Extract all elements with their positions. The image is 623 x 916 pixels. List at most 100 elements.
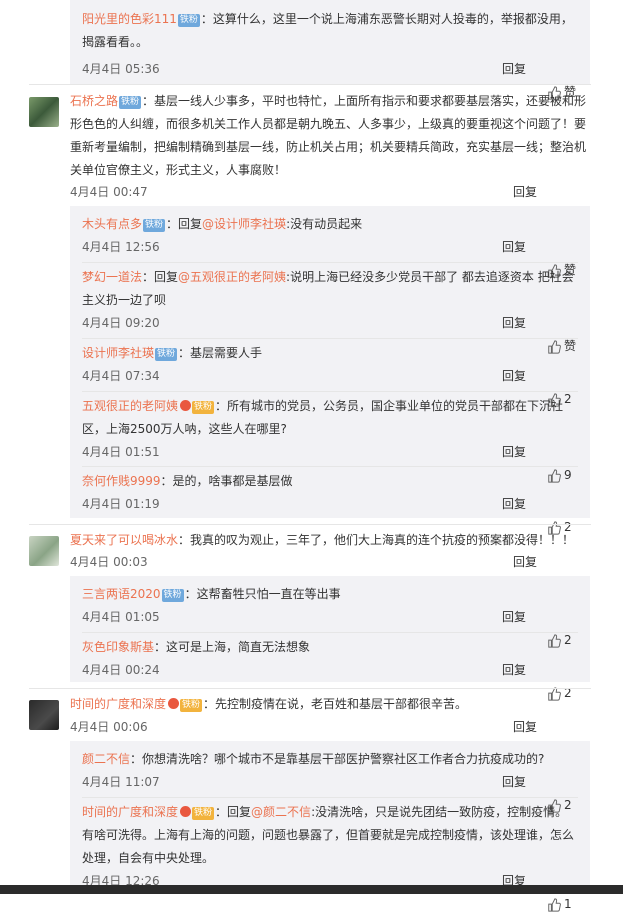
reply-text: ：基层需要人手 xyxy=(178,346,263,360)
reply-meta: 4月4日 11:07 回复 2 xyxy=(82,771,578,813)
reply-button[interactable]: 回复 xyxy=(502,312,526,335)
reply-button[interactable]: 回复 xyxy=(502,58,526,81)
reply-body: 五观很正的老阿姨 铁粉 ：所有城市的党员，公务员，国企事业单位的党员干部都在下沉社区… xyxy=(82,395,578,441)
timestamp: 4月4日 01:51 xyxy=(82,445,160,459)
divider xyxy=(82,466,578,467)
fan-badge: 铁粉 xyxy=(161,589,184,602)
fan-badge: 铁粉 xyxy=(180,699,203,712)
timestamp: 4月4日 00:03 xyxy=(70,555,148,569)
reply-item: 五观很正的老阿姨 铁粉 ：所有城市的党员，公务员，国企事业单位的党员干部都在下沉社区… xyxy=(82,395,578,483)
comment-text: ：我真的叹为观止，三年了，他们大上海真的连个抗疫的预案都没得！！！ xyxy=(178,533,575,547)
user-name-link[interactable]: 时间的广度和深度 xyxy=(82,805,178,819)
timestamp: 4月4日 01:05 xyxy=(82,610,160,624)
reply-text-cont: :没有动员起来 xyxy=(286,217,363,231)
user-name-link[interactable]: 石桥之路 xyxy=(70,94,118,108)
user-name-link[interactable]: 颜二不信 xyxy=(82,752,130,766)
divider xyxy=(29,524,591,525)
fan-badge: 铁粉 xyxy=(119,96,142,109)
timestamp: 4月4日 11:07 xyxy=(82,775,160,789)
reply-button[interactable]: 回复 xyxy=(502,441,526,464)
user-name-link[interactable]: 梦幻一道法 xyxy=(82,270,142,284)
mention-link[interactable]: @五观很正的老阿姨 xyxy=(178,270,286,284)
user-name-link[interactable]: 阳光里的色彩111 xyxy=(82,12,177,26)
reply-button[interactable]: 回复 xyxy=(502,606,526,629)
user-name-link[interactable]: 三言两语2020 xyxy=(82,587,161,601)
fan-badge: 铁粉 xyxy=(192,401,215,414)
timestamp: 4月4日 00:24 xyxy=(82,663,160,677)
timestamp: 4月4日 00:47 xyxy=(70,185,148,199)
reply-text: ：这可是上海，简直无法想象 xyxy=(154,640,311,654)
divider xyxy=(82,262,578,263)
divider xyxy=(82,632,578,633)
fan-badge: 铁粉 xyxy=(177,14,200,27)
timestamp: 4月4日 09:20 xyxy=(82,316,160,330)
fire-badge-icon xyxy=(180,806,192,817)
like-button[interactable]: 1 xyxy=(547,893,572,916)
reply-body: 颜二不信：你想清洗啥？哪个城市不是靠基层干部医护警察社区工作者合力抗疫成功的? xyxy=(82,748,578,771)
reply-text: ：回复 xyxy=(215,805,252,819)
divider xyxy=(29,688,591,689)
reply-button[interactable]: 回复 xyxy=(502,771,526,794)
reply-text: ：你想清洗啥？哪个城市不是靠基层干部医护警察社区工作者合力抗疫成功的? xyxy=(130,752,545,766)
reply-body: 木头有点多 铁粉 ：回复@设计师李社瑛:没有动员起来 xyxy=(82,213,578,236)
mention-link[interactable]: @颜二不信 xyxy=(251,805,311,819)
reply-list: 木头有点多 铁粉 ：回复@设计师李社瑛:没有动员起来 4月4日 12:56 回复 赞… xyxy=(70,206,590,535)
reply-meta: 4月4日 01:05 回复 2 xyxy=(82,606,578,648)
comment-text: ：先控制疫情在说，老百姓和基层干部都很辛苦。 xyxy=(203,697,468,711)
comment-body: 石桥之路 铁粉 ：基层一线人少事多，平时也特忙，上面所有指示和要求都要基层落实，还要… xyxy=(70,90,590,182)
timestamp: 4月4日 01:19 xyxy=(82,497,160,511)
user-name-link[interactable]: 灰色印象斯基 xyxy=(82,640,154,654)
fire-badge-icon xyxy=(180,400,192,411)
user-name-link[interactable]: 夏天来了可以喝冰水 xyxy=(70,533,178,547)
reply-item: 梦幻一道法：回复@五观很正的老阿姨:说明上海已经没多少党员干部了 都去追逐资本 … xyxy=(82,266,578,354)
fire-badge-icon xyxy=(168,698,180,709)
reply-list: 阳光里的色彩111 铁粉 ：这算什么，这里一个说上海浦东恶警长期对人投毒的，举报都没… xyxy=(70,0,590,100)
reply-body: 梦幻一道法：回复@五观很正的老阿姨:说明上海已经没多少党员干部了 都去追逐资本 … xyxy=(82,266,578,312)
reply-text: ：回复 xyxy=(142,270,179,284)
reply-meta: 4月4日 07:34 回复 2 xyxy=(82,365,578,407)
avatar[interactable] xyxy=(29,97,59,127)
user-name-link[interactable]: 时间的广度和深度 xyxy=(70,697,166,711)
reply-meta: 4月4日 00:24 回复 2 xyxy=(82,659,578,701)
avatar[interactable] xyxy=(29,536,59,566)
timestamp: 4月4日 07:34 xyxy=(82,369,160,383)
reply-item: 奈何作贱9999：是的，啥事都是基层做 4月4日 01:19 回复 2 xyxy=(82,470,578,535)
reply-button[interactable]: 回复 xyxy=(513,716,537,739)
reply-item: 灰色印象斯基：这可是上海，简直无法想象 4月4日 00:24 回复 2 xyxy=(82,636,578,701)
user-name-link[interactable]: 奈何作贱9999 xyxy=(82,474,161,488)
divider xyxy=(29,84,591,85)
user-name-link[interactable]: 设计师李社瑛 xyxy=(82,346,154,360)
reply-meta: 4月4日 12:56 回复 赞 xyxy=(82,236,578,278)
reply-button[interactable]: 回复 xyxy=(502,659,526,682)
user-name-link[interactable]: 木头有点多 xyxy=(82,217,142,231)
reply-body: 阳光里的色彩111 铁粉 ：这算什么，这里一个说上海浦东恶警长期对人投毒的，举报都没… xyxy=(82,8,578,54)
reply-list: 颜二不信：你想清洗啥？哪个城市不是靠基层干部医护警察社区工作者合力抗疫成功的? … xyxy=(70,741,590,912)
comment-meta: 4月4日 00:06 回复 23 xyxy=(70,716,590,758)
comment-body: 夏天来了可以喝冰水：我真的叹为观止，三年了，他们大上海真的连个抗疫的预案都没得！… xyxy=(70,529,590,552)
reply-body: 奈何作贱9999：是的，啥事都是基层做 xyxy=(82,470,578,493)
reply-button[interactable]: 回复 xyxy=(513,551,537,574)
comment-text: ：基层一线人少事多，平时也特忙，上面所有指示和要求都要基层落实，还要被和形形色色… xyxy=(70,94,587,177)
timestamp: 4月4日 12:56 xyxy=(82,240,160,254)
timestamp: 4月4日 00:06 xyxy=(70,720,148,734)
mention-link[interactable]: @设计师李社瑛 xyxy=(202,217,286,231)
reply-text: ：这帮畜牲只怕一直在等出事 xyxy=(184,587,341,601)
reply-body: 设计师李社瑛 铁粉 ：基层需要人手 xyxy=(82,342,578,365)
reply-meta: 4月4日 05:36 回复 赞 xyxy=(82,58,578,100)
reply-body: 灰色印象斯基：这可是上海，简直无法想象 xyxy=(82,636,578,659)
avatar[interactable] xyxy=(29,700,59,730)
reply-text: ：回复 xyxy=(166,217,203,231)
divider xyxy=(82,338,578,339)
comment-meta: 4月4日 00:03 回复 46 xyxy=(70,551,590,593)
reply-button[interactable]: 回复 xyxy=(502,236,526,259)
reply-meta: 4月4日 01:19 回复 2 xyxy=(82,493,578,535)
reply-body: 三言两语2020 铁粉 ：这帮畜牲只怕一直在等出事 xyxy=(82,583,578,606)
reply-item: 设计师李社瑛 铁粉 ：基层需要人手 4月4日 07:34 回复 2 xyxy=(82,342,578,407)
reply-item: 阳光里的色彩111 铁粉 ：这算什么，这里一个说上海浦东恶警长期对人投毒的，举报都没… xyxy=(70,0,590,100)
reply-button[interactable]: 回复 xyxy=(502,493,526,516)
reply-item: 木头有点多 铁粉 ：回复@设计师李社瑛:没有动员起来 4月4日 12:56 回复 赞 xyxy=(82,213,578,278)
user-name-link[interactable]: 五观很正的老阿姨 xyxy=(82,399,178,413)
fan-badge: 铁粉 xyxy=(192,807,215,820)
reply-button[interactable]: 回复 xyxy=(502,365,526,388)
reply-button[interactable]: 回复 xyxy=(513,181,537,204)
